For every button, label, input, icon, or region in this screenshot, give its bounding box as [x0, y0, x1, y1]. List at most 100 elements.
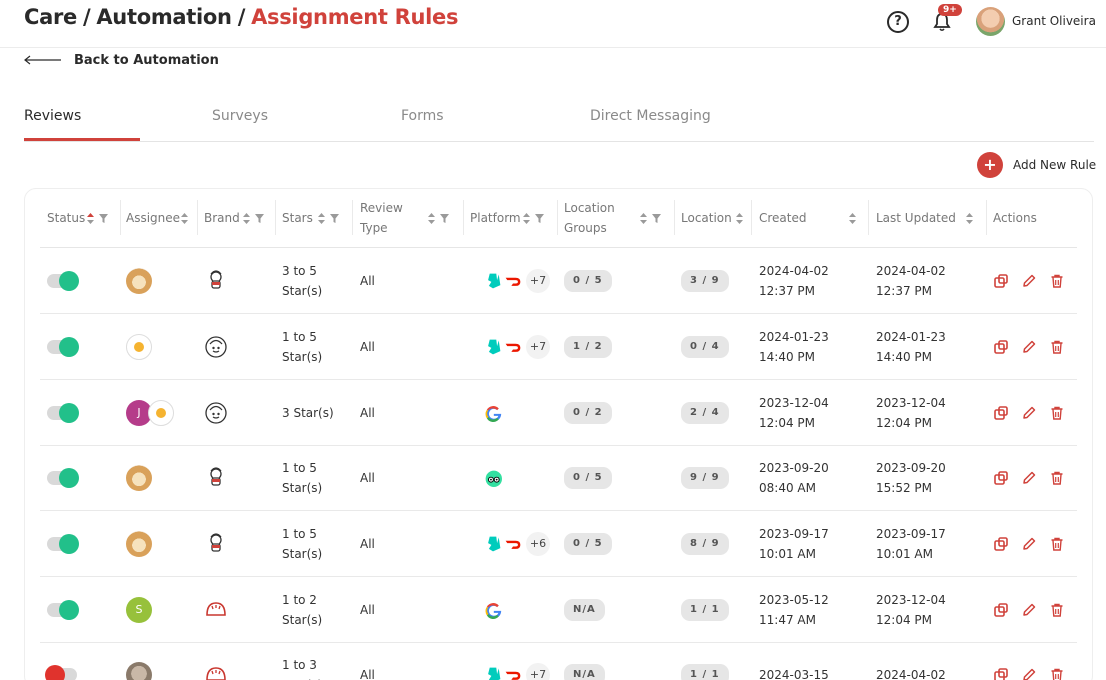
location-pill: 2 / 4: [681, 402, 729, 424]
delete-icon[interactable]: [1049, 273, 1065, 289]
tab-reviews[interactable]: Reviews: [24, 108, 81, 124]
sort-icon[interactable]: [181, 212, 188, 224]
tripadvisor-icon: [485, 470, 502, 487]
location-cell: 1 / 1: [681, 577, 729, 643]
status-toggle[interactable]: [47, 271, 79, 291]
platform-more-count[interactable]: +7: [526, 663, 550, 680]
status-toggle[interactable]: [47, 534, 79, 554]
sort-icon[interactable]: [640, 212, 647, 224]
updated-date: 2023-09-20: [876, 461, 946, 475]
column-controls-location_groups: [640, 188, 661, 248]
tab-bar: Reviews Surveys Forms Direct Messaging: [24, 100, 1094, 142]
sort-icon[interactable]: [318, 212, 325, 224]
row-actions: [993, 667, 1065, 680]
back-to-automation-link[interactable]: Back to Automation: [24, 50, 219, 70]
add-new-rule-button[interactable]: + Add New Rule: [977, 152, 1096, 178]
filter-icon[interactable]: [255, 213, 264, 223]
platform-cell: [470, 577, 502, 643]
delete-icon[interactable]: [1049, 667, 1065, 680]
sort-icon[interactable]: [849, 212, 856, 224]
delete-icon[interactable]: [1049, 405, 1065, 421]
filter-icon[interactable]: [652, 213, 661, 223]
updated-date: 2023-12-04: [876, 396, 946, 410]
stars-value: 3 Star(s): [282, 406, 334, 420]
location-groups-pill: 0 / 5: [564, 533, 612, 555]
sort-icon[interactable]: [428, 212, 435, 224]
status-toggle[interactable]: [47, 403, 79, 423]
assignee-cell: J: [126, 380, 174, 446]
location-pill: 9 / 9: [681, 467, 729, 489]
platform-cell: [470, 380, 502, 446]
created-date: 2024-04-02: [759, 264, 829, 278]
created-date: 2023-09-20: [759, 461, 829, 475]
platform-more-count[interactable]: +7: [526, 269, 550, 293]
toggle-knob: [45, 665, 65, 680]
copy-icon[interactable]: [993, 667, 1009, 680]
delete-icon[interactable]: [1049, 536, 1065, 552]
status-toggle[interactable]: [45, 665, 77, 680]
last-updated-cell: 2023-09-17 10:01 AM: [876, 511, 946, 577]
edit-icon[interactable]: [1021, 667, 1037, 680]
review-type-value: All: [360, 274, 375, 288]
copy-icon[interactable]: [993, 339, 1009, 355]
tab-direct-messaging[interactable]: Direct Messaging: [590, 108, 711, 124]
location-groups-pill: 0 / 5: [564, 467, 612, 489]
edit-icon[interactable]: [1021, 602, 1037, 618]
created-cell: 2023-05-12 11:47 AM: [759, 577, 829, 643]
copy-icon[interactable]: [993, 602, 1009, 618]
location-groups-cell: 0 / 5: [564, 445, 612, 511]
user-name[interactable]: Grant Oliveira: [1012, 14, 1096, 28]
sort-icon[interactable]: [87, 212, 94, 224]
delete-icon[interactable]: [1049, 470, 1065, 486]
edit-icon[interactable]: [1021, 405, 1037, 421]
edit-icon[interactable]: [1021, 339, 1037, 355]
platform-more-count[interactable]: +7: [526, 335, 550, 359]
created-cell: 2023-09-20 08:40 AM: [759, 445, 829, 511]
status-cell: [45, 642, 77, 680]
edit-icon[interactable]: [1021, 273, 1037, 289]
help-icon[interactable]: ?: [887, 11, 909, 33]
row-actions: [993, 602, 1065, 618]
created-time: 12:37 PM: [759, 284, 815, 298]
created-datetime: 2023-12-04 12:04 PM: [759, 393, 829, 433]
edit-icon[interactable]: [1021, 536, 1037, 552]
breadcrumb-care[interactable]: Care: [24, 5, 77, 29]
sort-icon[interactable]: [736, 212, 743, 224]
filter-icon[interactable]: [330, 213, 339, 223]
status-toggle[interactable]: [47, 468, 79, 488]
created-cell: 2024-01-23 14:40 PM: [759, 314, 829, 380]
brand-cell: [204, 511, 228, 577]
edit-icon[interactable]: [1021, 470, 1037, 486]
egg-avatar: [126, 334, 152, 360]
copy-icon[interactable]: [993, 273, 1009, 289]
sort-icon[interactable]: [523, 212, 530, 224]
brand-cell: [204, 248, 228, 314]
copy-icon[interactable]: [993, 405, 1009, 421]
status-toggle[interactable]: [47, 337, 79, 357]
created-cell: 2023-12-04 12:04 PM: [759, 380, 829, 446]
stars-cell: 1 to 5 Star(s): [282, 445, 342, 511]
last-updated-cell: 2023-12-04 12:04 PM: [876, 380, 946, 446]
column-header-label: Location: [681, 211, 732, 225]
filter-icon[interactable]: [535, 213, 544, 223]
deliveroo-icon: [488, 536, 501, 552]
delete-icon[interactable]: [1049, 339, 1065, 355]
tab-surveys[interactable]: Surveys: [212, 108, 268, 124]
sort-icon[interactable]: [966, 212, 973, 224]
status-toggle[interactable]: [47, 600, 79, 620]
table-row: J 3 Star(s) All 0 / 2 2 / 4 2023-12-04 12:04 P…: [40, 380, 1077, 446]
filter-icon[interactable]: [99, 213, 108, 223]
platform-icons: [484, 601, 502, 619]
delete-icon[interactable]: [1049, 602, 1065, 618]
filter-icon[interactable]: [440, 213, 449, 223]
tab-forms[interactable]: Forms: [401, 108, 444, 124]
table-row: S 1 to 2 Star(s) All N/A 1 / 1 2023-05-12 11:4…: [40, 577, 1077, 643]
platform-more-count[interactable]: +6: [526, 532, 550, 556]
created-date: 2023-05-12: [759, 593, 829, 607]
sort-icon[interactable]: [243, 212, 250, 224]
copy-icon[interactable]: [993, 536, 1009, 552]
copy-icon[interactable]: [993, 470, 1009, 486]
user-avatar[interactable]: [976, 7, 1005, 36]
breadcrumb-automation[interactable]: Automation: [96, 5, 232, 29]
column-header-label: Location Groups: [564, 201, 615, 235]
